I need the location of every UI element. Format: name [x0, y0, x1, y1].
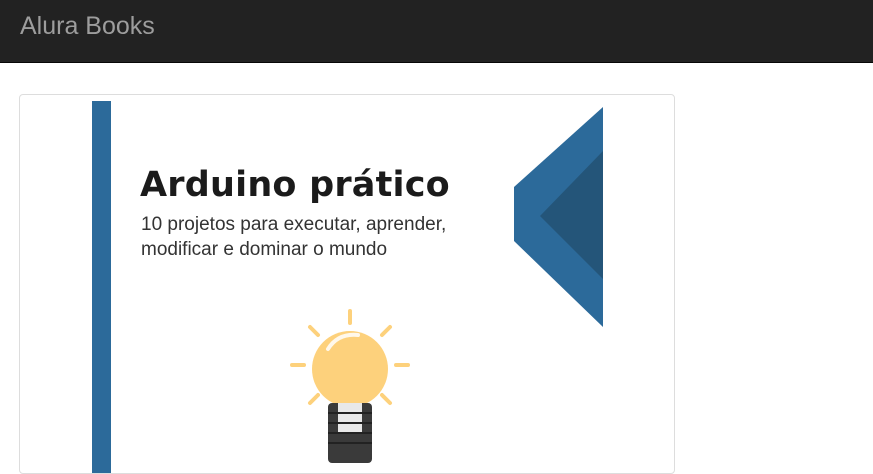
book-subtitle-line-2: modificar e dominar o mundo	[141, 239, 388, 260]
bulb-globe	[312, 331, 388, 407]
navbar: Alura Books	[0, 0, 873, 63]
book-card[interactable]: Arduino prático 10 projetos para executa…	[19, 94, 675, 474]
book-subtitle-line-1: 10 projetos para executar, aprender,	[141, 214, 447, 235]
cover-illustration	[290, 107, 603, 463]
book-subtitle: 10 projetos para executar, aprender, mod…	[141, 212, 481, 262]
brand-link[interactable]: Alura Books	[20, 12, 155, 40]
book-title: Arduino prático	[140, 165, 450, 205]
book-cover-image[interactable]: Arduino prático 10 projetos para executa…	[92, 101, 603, 473]
